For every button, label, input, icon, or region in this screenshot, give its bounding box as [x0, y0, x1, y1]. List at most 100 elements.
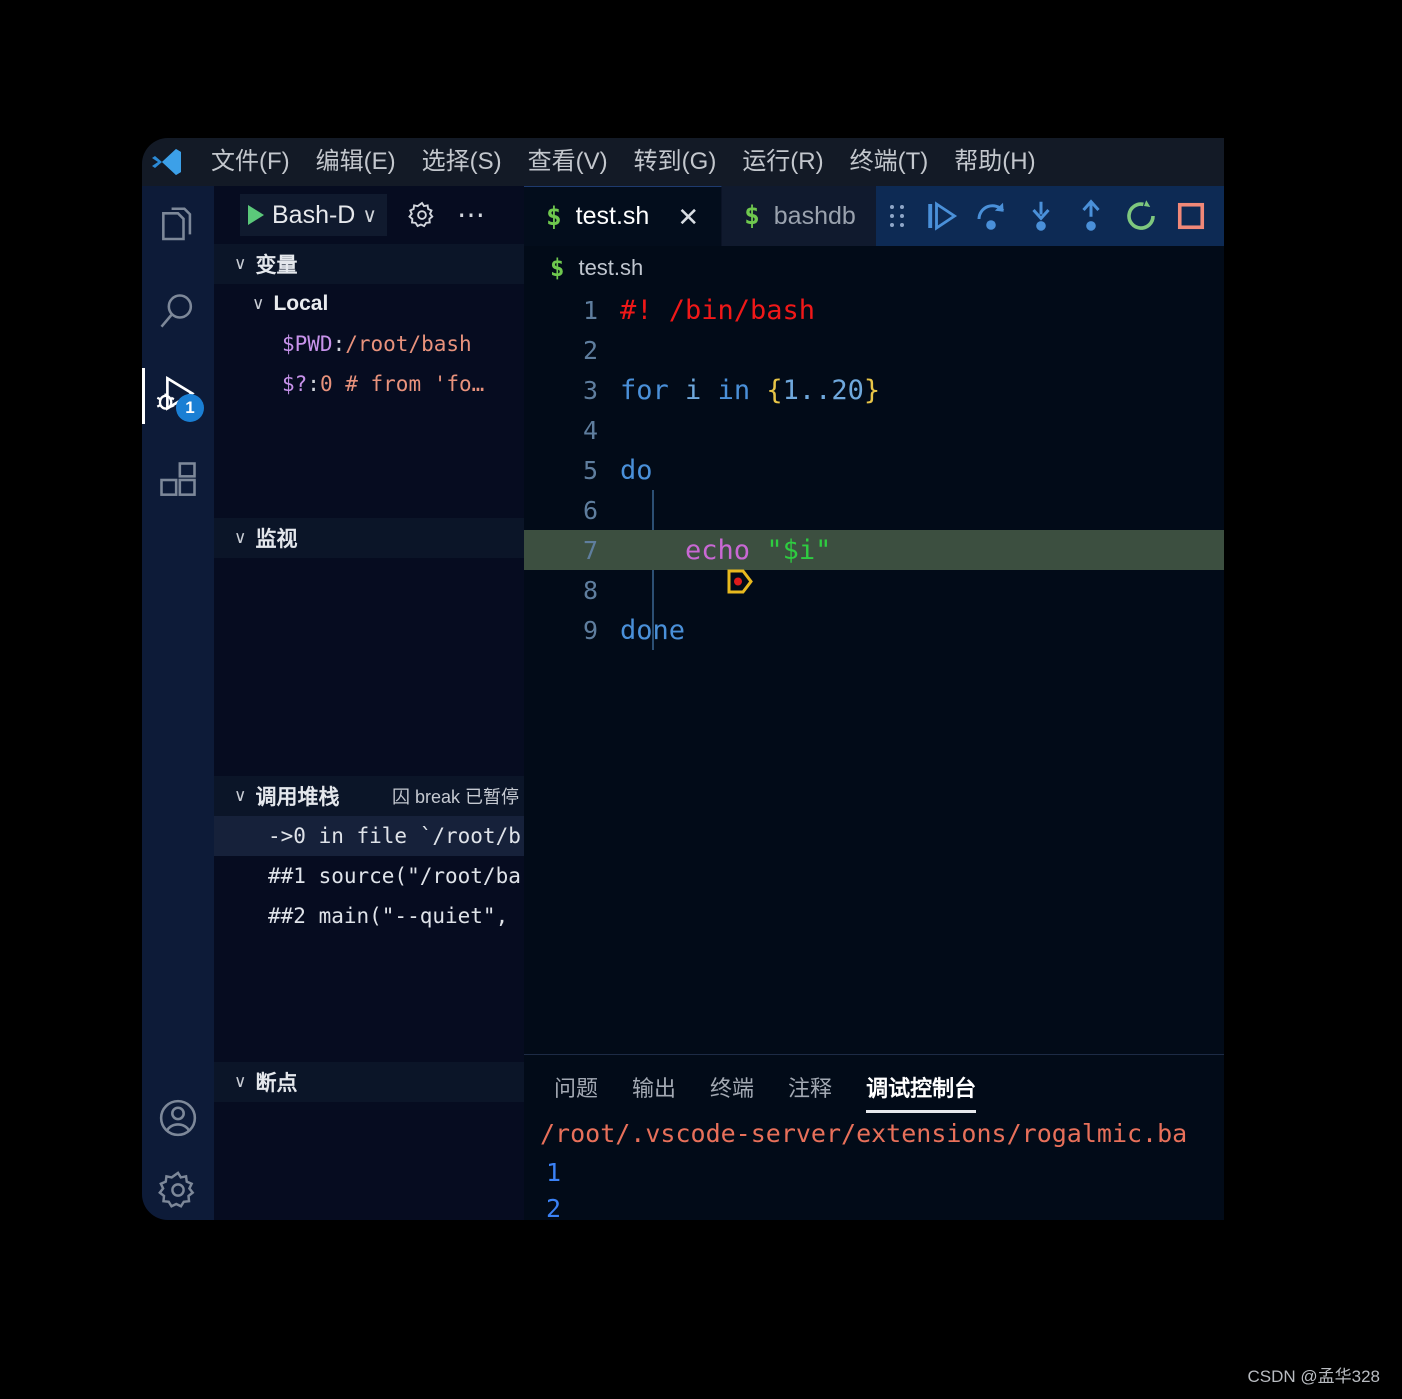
- callstack-section-header[interactable]: ∨ 调用堆栈 囚 break 已暂停: [214, 776, 524, 816]
- menu-run[interactable]: 运行(R): [729, 138, 836, 186]
- code-token: 1..20: [782, 374, 864, 406]
- line-number: 4: [582, 415, 598, 445]
- tab-terminal[interactable]: 终端: [710, 1071, 754, 1113]
- line-content: #! /bin/bash: [620, 295, 1224, 326]
- code-token: for: [620, 374, 669, 406]
- sidebar-item-run-and-debug[interactable]: 1: [142, 354, 214, 438]
- launch-configuration-select[interactable]: Bash-D ∨: [240, 194, 388, 236]
- code-token: }: [863, 374, 881, 406]
- run-and-debug-sidebar: Bash-D ∨ ⋯ ∨ 变量 ∨ Local $PWD: /root/bas…: [214, 186, 524, 1220]
- gear-icon[interactable]: [407, 200, 437, 230]
- bash-file-icon: $: [744, 201, 760, 231]
- code-editor[interactable]: 1 #! /bin/bash 2 3 for i in {1..20} 4 5: [524, 290, 1224, 770]
- debug-launch-bar: Bash-D ∨ ⋯: [214, 186, 524, 244]
- line-number: 6: [582, 495, 598, 525]
- tab-problems[interactable]: 问题: [554, 1071, 598, 1113]
- breakpoints-section-header[interactable]: ∨ 断点: [214, 1062, 524, 1102]
- debug-console-body[interactable]: /root/.vscode-server/extensions/rogalmic…: [524, 1113, 1224, 1220]
- ellipsis-icon[interactable]: ⋯: [457, 201, 488, 229]
- activity-bar: 1: [142, 186, 214, 1220]
- step-over-button[interactable]: [966, 191, 1016, 241]
- vscode-logo-icon: [150, 145, 184, 179]
- code-line-current[interactable]: 7 echo "$i": [524, 530, 1224, 594]
- step-into-button[interactable]: [1016, 191, 1066, 241]
- code-line[interactable]: 3 for i in {1..20}: [524, 370, 1224, 410]
- menu-terminal[interactable]: 终端(T): [837, 138, 942, 186]
- manage-settings-button[interactable]: [142, 1160, 214, 1220]
- code-token: {: [766, 374, 783, 406]
- play-icon: [248, 205, 264, 225]
- continue-button[interactable]: [916, 191, 966, 241]
- drag-handle-icon[interactable]: [886, 203, 908, 229]
- editor-tab-bar: $ test.sh ✕ $ bashdb: [524, 186, 1224, 246]
- callstack-frame[interactable]: ##2 main("--quiet",: [214, 896, 524, 936]
- menu-selection[interactable]: 选择(S): [409, 138, 515, 186]
- bottom-panel: 问题 输出 终端 注释 调试控制台 /root/.vscode-server/e…: [524, 1054, 1224, 1220]
- breadcrumb[interactable]: $ test.sh: [524, 246, 1224, 290]
- code-token: in: [717, 374, 751, 406]
- variable-name: $PWD: [282, 332, 333, 356]
- variable-separator: :: [332, 332, 346, 356]
- line-content: done: [620, 615, 1224, 646]
- breadcrumb-label: test.sh: [578, 255, 644, 280]
- screenshot-root: 文件(F) 编辑(E) 选择(S) 查看(V) 转到(G) 运行(R) 终端(T…: [0, 0, 1402, 1399]
- tab-debug-console[interactable]: 调试控制台: [866, 1071, 977, 1113]
- code-token: i: [685, 374, 702, 406]
- tab-output[interactable]: 输出: [632, 1071, 676, 1113]
- chevron-down-icon: ∨: [234, 786, 247, 805]
- tab-comments[interactable]: 注释: [788, 1071, 832, 1113]
- variable-name: $?: [282, 372, 308, 396]
- code-line[interactable]: 4: [524, 410, 1224, 450]
- menu-edit[interactable]: 编辑(E): [303, 138, 409, 186]
- line-number: 1: [582, 295, 598, 325]
- code-line[interactable]: 2: [524, 330, 1224, 370]
- bash-file-icon: $: [546, 201, 562, 232]
- title-menu-bar: 文件(F) 编辑(E) 选择(S) 查看(V) 转到(G) 运行(R) 终端(T…: [142, 138, 1224, 186]
- restart-button[interactable]: [1116, 191, 1166, 241]
- callstack-empty-space: [214, 936, 524, 1062]
- line-content: do: [620, 455, 1224, 486]
- chevron-down-icon: ∨: [252, 294, 265, 313]
- code-line[interactable]: 5 do: [524, 450, 1224, 490]
- variable-separator: :: [307, 372, 320, 396]
- vscode-window: 文件(F) 编辑(E) 选择(S) 查看(V) 转到(G) 运行(R) 终端(T…: [142, 138, 1224, 1220]
- variable-row[interactable]: $PWD : /root/bash: [214, 324, 524, 364]
- stop-button[interactable]: [1166, 191, 1216, 241]
- chevron-down-icon: ∨: [234, 528, 247, 547]
- menu-view[interactable]: 查看(V): [515, 138, 621, 186]
- tab-label: test.sh: [575, 202, 650, 230]
- watch-section-body[interactable]: [214, 558, 524, 776]
- menu-go[interactable]: 转到(G): [621, 138, 730, 186]
- bash-file-icon: $: [550, 254, 565, 282]
- sidebar-item-search[interactable]: [142, 270, 214, 354]
- watch-section-title: 监视: [255, 528, 298, 551]
- code-token: echo: [685, 534, 751, 566]
- callstack-frame[interactable]: ->0 in file `/root/b: [214, 816, 524, 856]
- variable-value: /root/bash: [345, 332, 472, 356]
- step-out-button[interactable]: [1066, 191, 1116, 241]
- tab-test-sh[interactable]: $ test.sh ✕: [524, 186, 723, 246]
- callstack-frame[interactable]: ##1 source("/root/ba: [214, 856, 524, 896]
- accounts-button[interactable]: [142, 1076, 214, 1160]
- line-number: 3: [582, 375, 598, 405]
- debug-toolbar: [876, 186, 1224, 246]
- line-content: echo "$i": [620, 535, 1224, 566]
- scope-label: Local: [273, 292, 329, 315]
- code-line[interactable]: 1 #! /bin/bash: [524, 290, 1224, 330]
- watch-section-header[interactable]: ∨ 监视: [214, 518, 524, 558]
- close-icon[interactable]: ✕: [677, 204, 699, 230]
- variable-row[interactable]: $? : 0 # from 'fo…: [214, 364, 524, 404]
- chevron-down-icon: ∨: [362, 204, 378, 227]
- variables-scope-local[interactable]: ∨ Local: [214, 284, 524, 324]
- sidebar-item-extensions[interactable]: [142, 438, 214, 522]
- callstack-section-title: 调用堆栈: [255, 786, 340, 809]
- tab-bashdb[interactable]: $ bashdb: [722, 186, 879, 246]
- menu-file[interactable]: 文件(F): [198, 138, 303, 186]
- breakpoint-icon[interactable]: [532, 538, 753, 594]
- code-line[interactable]: 6: [524, 490, 1224, 530]
- panel-tab-bar: 问题 输出 终端 注释 调试控制台: [524, 1055, 1224, 1113]
- sidebar-item-explorer[interactable]: [142, 186, 214, 270]
- debug-badge: 1: [176, 394, 204, 422]
- variables-section-header[interactable]: ∨ 变量: [214, 244, 524, 284]
- menu-help[interactable]: 帮助(H): [941, 138, 1048, 186]
